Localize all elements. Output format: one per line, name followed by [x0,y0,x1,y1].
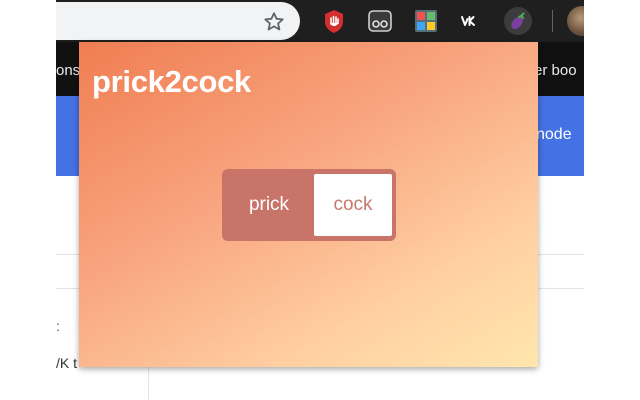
profile-avatar[interactable] [567,6,584,36]
bookmark-item[interactable]: ons [56,62,80,79]
vk-icon[interactable] [456,7,484,35]
mode-toggle[interactable]: prick cock [222,169,396,241]
page-text: /K t [56,355,78,371]
screenshot-stage: ons er boo node : /K t prick2cock prick … [0,0,640,400]
red-hand-icon[interactable] [320,7,348,35]
page-text: : [56,318,60,334]
star-icon[interactable] [262,10,286,34]
reader-icon[interactable] [366,7,394,35]
toggle-option-cock[interactable]: cock [314,174,392,236]
browser-toolbar [56,0,584,42]
address-bar[interactable] [56,2,300,40]
toolbar-divider [552,10,553,32]
grid-extension-icon[interactable] [412,7,440,35]
eggplant-icon[interactable] [504,7,532,35]
toggle-option-prick[interactable]: prick [226,174,312,236]
popup-title: prick2cock [92,64,251,99]
bookmark-item[interactable]: er boo [534,62,577,79]
header-mode-link[interactable]: node [536,126,572,144]
extension-popup: prick2cock prick cock [79,42,538,367]
